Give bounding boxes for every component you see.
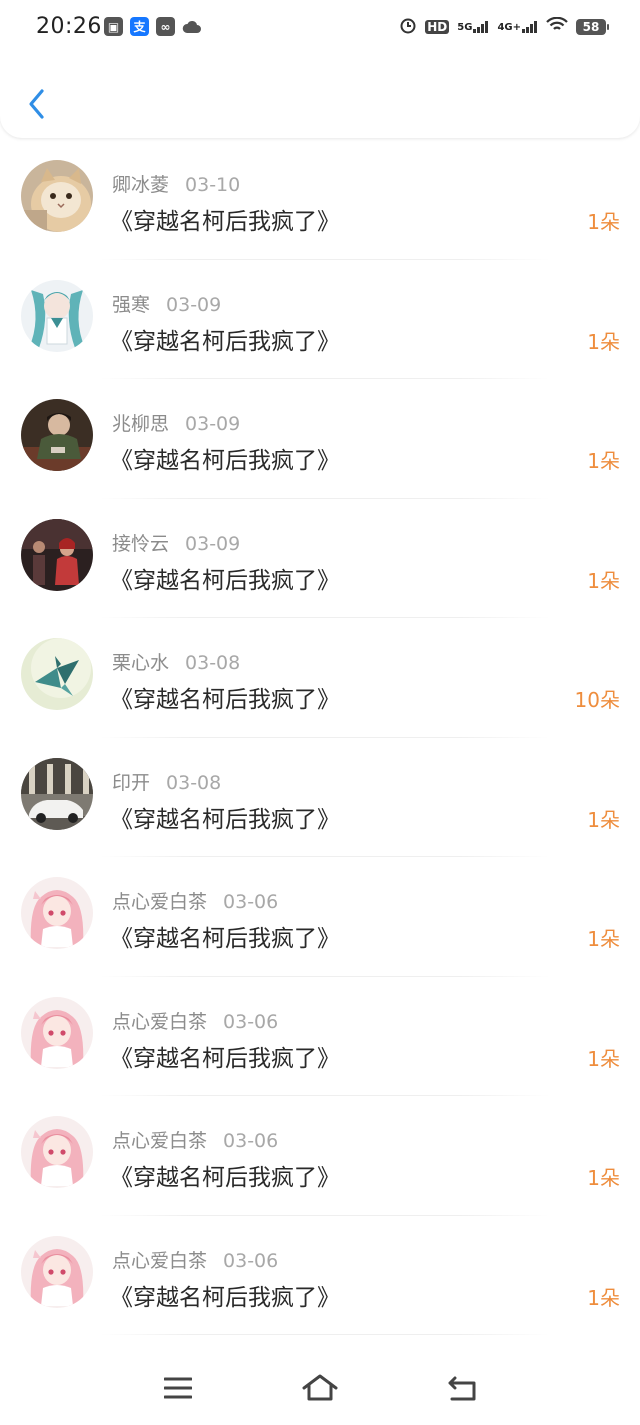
flower-count: 1朵	[587, 568, 620, 593]
pink-anime-avatar[interactable]	[21, 1116, 93, 1188]
book-title: 《穿越名柯后我疯了》	[110, 209, 340, 235]
user-name: 点心爱白茶 03-06	[112, 1246, 278, 1273]
book-title: 《穿越名柯后我疯了》	[110, 926, 340, 952]
user-name-text: 强寒	[112, 293, 151, 316]
gift-record-list: 卿冰菱 03-10 《穿越名柯后我疯了》 1朵 强寒 03-09 《穿越名柯后我疯了》 1朵…	[0, 140, 640, 1335]
book-title: 《穿越名柯后我疯了》	[110, 567, 340, 594]
record-date: 03-09	[185, 532, 241, 555]
record-date: 03-10	[185, 174, 241, 196]
user-name-text: 栗心水	[112, 652, 170, 674]
cat-avatar[interactable]	[21, 160, 93, 232]
link-icon: ∞	[156, 17, 175, 36]
miku-avatar[interactable]	[21, 279, 93, 352]
chevron-left-icon	[29, 89, 44, 119]
book-title: 《穿越名柯后我疯了》	[110, 1045, 340, 1072]
screen: 20:26 ▣ 支 ∞ HD 5G 4G+ 58 卿冰菱 03-10 《穿越名柯…	[0, 0, 640, 1425]
user-name-text: 卿冰菱	[112, 174, 170, 196]
user-name: 接怜云 03-09	[112, 529, 240, 556]
record-date: 03-06	[223, 1249, 279, 1272]
menu-icon	[164, 1377, 192, 1399]
user-name-text: 接怜云	[112, 532, 170, 555]
list-item[interactable]: 点心爱白茶 03-06 《穿越名柯后我疯了》 1朵	[0, 1096, 640, 1216]
book-title: 《穿越名柯后我疯了》	[110, 1284, 340, 1311]
user-name: 点心爱白茶 03-06	[112, 1007, 278, 1034]
row-divider	[100, 1334, 550, 1335]
alipay-icon: 支	[130, 17, 149, 36]
flower-count: 1朵	[587, 329, 620, 354]
alarm-icon	[399, 16, 417, 37]
stage-avatar[interactable]	[21, 518, 93, 591]
car-avatar[interactable]	[21, 757, 93, 830]
cloud-icon	[182, 17, 201, 36]
record-date: 03-09	[166, 293, 222, 316]
signal-5g: 5G	[457, 20, 489, 33]
user-name-text: 点心爱白茶	[112, 891, 208, 913]
menu-button[interactable]	[158, 1370, 198, 1406]
flower-count: 1朵	[587, 449, 620, 473]
signal-4g: 4G+	[497, 20, 538, 33]
wallet-icon: ▣	[104, 17, 123, 36]
list-item[interactable]: 点心爱白茶 03-06 《穿越名柯后我疯了》 1朵	[0, 977, 640, 1096]
status-time: 20:26	[36, 14, 102, 39]
record-date: 03-06	[223, 891, 279, 913]
list-item[interactable]: 兆柳思 03-09 《穿越名柯后我疯了》 1朵	[0, 379, 640, 499]
user-name-text: 点心爱白茶	[112, 1249, 208, 1272]
user-name: 兆柳思 03-09	[112, 409, 240, 436]
record-date: 03-06	[223, 1130, 279, 1152]
nav-back-button[interactable]	[442, 1370, 482, 1406]
status-right: HD 5G 4G+ 58	[399, 16, 609, 37]
user-name-text: 点心爱白茶	[112, 1130, 208, 1152]
flower-count: 1朵	[587, 1046, 620, 1071]
user-name: 点心爱白茶 03-06	[112, 1126, 278, 1153]
record-date: 03-06	[223, 1010, 279, 1033]
pink-anime-avatar[interactable]	[21, 877, 93, 949]
book-title: 《穿越名柯后我疯了》	[110, 328, 340, 355]
list-item[interactable]: 印开 03-08 《穿越名柯后我疯了》 1朵	[0, 738, 640, 857]
user-name: 卿冰菱 03-10	[112, 170, 240, 197]
flower-count: 1朵	[587, 807, 620, 832]
record-date: 03-08	[185, 652, 241, 674]
status-bar: 20:26 ▣ 支 ∞ HD 5G 4G+ 58	[0, 0, 640, 56]
home-button[interactable]	[300, 1370, 340, 1406]
label-5g: 5G	[457, 21, 473, 33]
battery-indicator: 58	[576, 18, 609, 35]
back-button[interactable]	[18, 84, 54, 124]
flower-count: 1朵	[587, 210, 620, 234]
list-item[interactable]: 点心爱白茶 03-06 《穿越名柯后我疯了》 1朵	[0, 857, 640, 977]
flower-count: 10朵	[574, 688, 620, 712]
user-name: 印开 03-08	[112, 768, 221, 795]
header-card: 20:26 ▣ 支 ∞ HD 5G 4G+ 58	[0, 0, 640, 138]
record-date: 03-09	[185, 413, 241, 435]
home-icon	[302, 1374, 338, 1401]
user-name: 强寒 03-09	[112, 290, 221, 317]
flower-count: 1朵	[587, 1166, 620, 1190]
pink-anime-avatar[interactable]	[21, 996, 93, 1069]
user-name: 栗心水 03-08	[112, 648, 240, 675]
list-item[interactable]: 接怜云 03-09 《穿越名柯后我疯了》 1朵	[0, 499, 640, 618]
paper-crane-avatar[interactable]	[21, 638, 93, 710]
book-title: 《穿越名柯后我疯了》	[110, 448, 340, 474]
user-name-text: 印开	[112, 771, 151, 794]
list-item[interactable]: 点心爱白茶 03-06 《穿越名柯后我疯了》 1朵	[0, 1216, 640, 1335]
pink-anime-avatar[interactable]	[21, 1235, 93, 1308]
system-nav-bar	[0, 1350, 640, 1425]
book-title: 《穿越名柯后我疯了》	[110, 1165, 340, 1191]
hd-label: HD	[425, 19, 450, 34]
flower-count: 1朵	[587, 927, 620, 951]
list-item[interactable]: 卿冰菱 03-10 《穿越名柯后我疯了》 1朵	[0, 140, 640, 260]
book-title: 《穿越名柯后我疯了》	[110, 806, 340, 833]
status-left-icons: ▣ 支 ∞	[104, 17, 201, 36]
back-icon	[448, 1376, 476, 1401]
record-date: 03-08	[166, 771, 222, 794]
list-item[interactable]: 强寒 03-09 《穿越名柯后我疯了》 1朵	[0, 260, 640, 379]
book-title: 《穿越名柯后我疯了》	[110, 687, 340, 713]
flower-count: 1朵	[587, 1285, 620, 1310]
user-name-text: 兆柳思	[112, 413, 170, 435]
list-item[interactable]: 栗心水 03-08 《穿越名柯后我疯了》 10朵	[0, 618, 640, 738]
wifi-icon	[546, 16, 568, 36]
label-4g: 4G+	[497, 21, 521, 33]
soldier-avatar[interactable]	[21, 399, 93, 471]
user-name: 点心爱白茶 03-06	[112, 887, 278, 914]
user-name-text: 点心爱白茶	[112, 1010, 208, 1033]
